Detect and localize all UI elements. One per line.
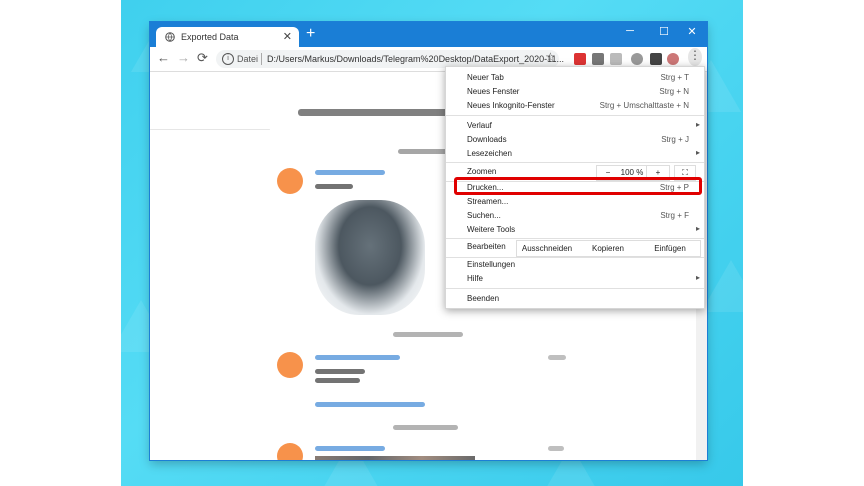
chevron-right-icon: ▸ — [695, 148, 700, 157]
close-tab-icon[interactable]: ✕ — [283, 30, 292, 43]
menu-item-downloads[interactable]: Downloads Strg + J — [446, 133, 704, 146]
menu-item-help[interactable]: Hilfe ▸ — [446, 272, 704, 285]
shortcut: Strg + J — [661, 135, 689, 144]
cut-button[interactable]: Ausschneiden — [516, 240, 578, 257]
avatar — [277, 352, 303, 378]
extension-icon[interactable] — [592, 53, 604, 65]
message-text — [315, 184, 353, 189]
menu-item-exit[interactable]: Beenden — [446, 292, 704, 305]
edit-label: Bearbeiten — [467, 242, 506, 251]
url-text[interactable]: D:/Users/Markus/Downloads/Telegram%20Des… — [267, 54, 564, 64]
extension-icon[interactable] — [631, 53, 643, 65]
divider — [150, 129, 270, 130]
menu-item-label: Neues Inkognito-Fenster — [467, 101, 555, 110]
divider — [446, 288, 704, 289]
avatar — [277, 443, 303, 460]
divider — [261, 53, 262, 65]
chevron-right-icon: ▸ — [695, 120, 700, 129]
menu-item-new-window[interactable]: Neues Fenster Strg + N — [446, 85, 704, 98]
chevron-right-icon: ▸ — [695, 273, 700, 282]
menu-item-find[interactable]: Suchen... Strg + F — [446, 209, 704, 222]
sender-name — [315, 170, 385, 175]
shortcut: Strg + Umschalttaste + N — [599, 101, 689, 110]
edit-row: Bearbeiten Ausschneiden Kopieren Einfüge… — [446, 240, 704, 257]
message-link — [315, 402, 425, 407]
print-highlight-box — [454, 177, 702, 195]
new-tab-button[interactable]: + — [306, 25, 315, 43]
paste-button[interactable]: Einfügen — [640, 240, 701, 257]
shortcut: Strg + N — [659, 87, 689, 96]
menu-item-label: Weitere Tools — [467, 225, 516, 234]
zoom-label: Zoomen — [467, 167, 497, 176]
avatar[interactable] — [667, 53, 679, 65]
shortcut: Strg + T — [660, 73, 689, 82]
divider — [446, 162, 704, 163]
puzzle-icon[interactable] — [650, 53, 662, 65]
menu-item-label: Hilfe — [467, 274, 484, 283]
extension-icon[interactable] — [574, 53, 586, 65]
date-separator — [393, 332, 463, 337]
menu-item-label: Einstellungen — [467, 260, 516, 269]
menu-item-label: Downloads — [467, 135, 507, 144]
menu-item-settings[interactable]: Einstellungen — [446, 258, 704, 271]
bookmark-star-icon[interactable]: ☆ — [545, 50, 556, 64]
menu-item-label: Neues Fenster — [467, 87, 520, 96]
sender-name — [315, 355, 400, 360]
extension-icon[interactable] — [610, 53, 622, 65]
shortcut: Strg + F — [660, 211, 689, 220]
divider — [446, 238, 704, 239]
page-title — [298, 109, 448, 116]
menu-item-bookmarks[interactable]: Lesezeichen ▸ — [446, 147, 704, 160]
timestamp — [548, 446, 564, 451]
menu-item-incognito[interactable]: Neues Inkognito-Fenster Strg + Umschaltta… — [446, 99, 704, 112]
menu-item-label: Neuer Tab — [467, 73, 504, 82]
title-bar: Exported Data ✕ + ─ ☐ ✕ — [150, 22, 707, 47]
menu-item-more-tools[interactable]: Weitere Tools ▸ — [446, 223, 704, 236]
message-text — [315, 369, 365, 374]
maximize-button[interactable]: ☐ — [652, 25, 676, 38]
avatar — [277, 168, 303, 194]
menu-item-label: Suchen... — [467, 211, 501, 220]
menu-item-history[interactable]: Verlauf ▸ — [446, 119, 704, 132]
tab-exported-data[interactable]: Exported Data ✕ — [156, 27, 299, 47]
close-window-button[interactable]: ✕ — [680, 25, 704, 38]
timestamp — [548, 355, 566, 360]
info-icon[interactable]: i — [222, 53, 234, 65]
photo-image — [315, 456, 475, 460]
reload-button[interactable]: ⟳ — [197, 50, 208, 66]
sticker-image — [315, 200, 425, 315]
menu-item-label: Beenden — [467, 294, 500, 303]
message-text — [315, 378, 360, 383]
chevron-right-icon: ▸ — [695, 224, 700, 233]
chrome-menu-button[interactable]: ⋮ — [688, 48, 702, 66]
menu-item-label: Verlauf — [467, 121, 492, 130]
copy-button[interactable]: Kopieren — [576, 240, 641, 257]
tab-title: Exported Data — [181, 32, 239, 42]
date-separator — [393, 425, 458, 430]
back-button[interactable]: ← — [157, 50, 170, 65]
menu-item-label: Lesezeichen — [467, 149, 512, 158]
menu-item-new-tab[interactable]: Neuer Tab Strg + T — [446, 71, 704, 84]
menu-item-label: Streamen... — [467, 197, 509, 206]
menu-item-cast[interactable]: Streamen... — [446, 195, 704, 208]
bg-pattern — [701, 260, 743, 312]
globe-icon — [165, 32, 175, 42]
sender-name — [315, 446, 385, 451]
divider — [446, 115, 704, 116]
url-scheme-label: Datei — [237, 54, 259, 64]
date-separator — [398, 149, 448, 154]
minimize-button[interactable]: ─ — [618, 25, 642, 37]
forward-button[interactable]: → — [177, 50, 190, 65]
